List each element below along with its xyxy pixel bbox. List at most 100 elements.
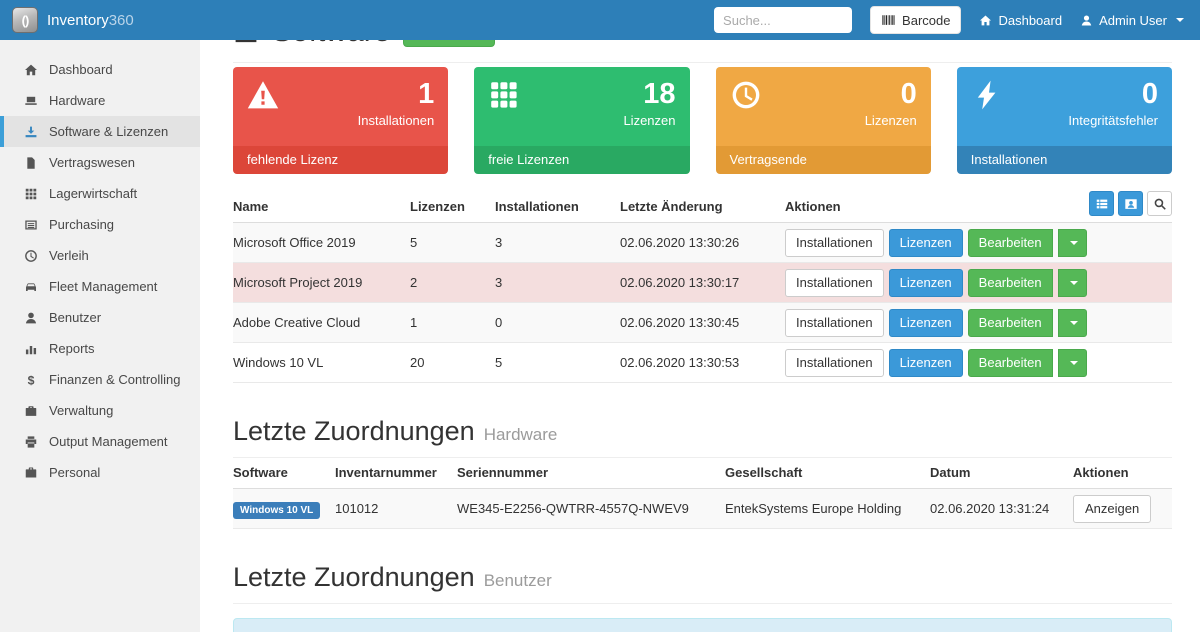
user-card-icon xyxy=(1124,197,1138,211)
cell-lizenzen: 5 xyxy=(410,223,495,263)
col-header-letzte-aenderung: Letzte Änderung xyxy=(620,192,785,223)
installationen-button[interactable]: Installationen xyxy=(785,269,884,297)
installationen-button[interactable]: Installationen xyxy=(785,229,884,257)
stat-card-contract-end[interactable]: 0 Lizenzen Vertragsende xyxy=(716,67,931,174)
top-navbar: () Inventory360 Barcode Dashboard Admin … xyxy=(0,0,1200,40)
col-header-seriennummer: Seriennummer xyxy=(457,458,725,489)
sidebar-item-finanzen-controlling[interactable]: $ Finanzen & Controlling xyxy=(0,364,200,395)
cell-name: Adobe Creative Cloud xyxy=(233,303,410,343)
bearbeiten-button[interactable]: Bearbeiten xyxy=(968,229,1053,257)
cell-installationen: 0 xyxy=(495,303,620,343)
table-row: Windows 10 VL 101012 WE345-E2256-QWTRR-4… xyxy=(233,489,1172,529)
cell-lizenzen: 2 xyxy=(410,263,495,303)
chevron-down-icon xyxy=(1176,18,1184,22)
stat-card-free-licenses[interactable]: 18 Lizenzen freie Lizenzen xyxy=(474,67,689,174)
suitcase-icon xyxy=(23,466,38,480)
barcode-button[interactable]: Barcode xyxy=(870,6,961,34)
file-icon xyxy=(23,156,38,170)
installationen-button[interactable]: Installationen xyxy=(785,349,884,377)
cell-gesellschaft: EntekSystems Europe Holding xyxy=(725,489,930,529)
nav-dashboard-link[interactable]: Dashboard xyxy=(979,13,1062,28)
list-view-button[interactable] xyxy=(1089,191,1114,216)
chevron-down-icon xyxy=(1070,361,1078,365)
cell-changed: 02.06.2020 13:30:53 xyxy=(620,343,785,383)
stat-footer: Vertragsende xyxy=(716,146,931,174)
cell-datum: 02.06.2020 13:31:24 xyxy=(930,489,1073,529)
bearbeiten-dropdown-toggle[interactable] xyxy=(1058,309,1087,337)
sidebar-item-lagerwirtschaft[interactable]: Lagerwirtschaft xyxy=(0,178,200,209)
sidebar: Dashboard Hardware Software & Lizenzen V… xyxy=(0,40,200,632)
clock-icon xyxy=(730,79,762,111)
sidebar-item-personal[interactable]: Personal xyxy=(0,457,200,488)
lizenzen-button[interactable]: Lizenzen xyxy=(889,309,963,337)
sidebar-item-verleih[interactable]: Verleih xyxy=(0,240,200,271)
bar-chart-icon xyxy=(23,342,38,356)
section-title-benutzer: Letzte ZuordnungenBenutzer xyxy=(233,562,1172,593)
installationen-button[interactable]: Installationen xyxy=(785,309,884,337)
user-assign-button[interactable] xyxy=(1118,191,1143,216)
home-icon xyxy=(23,63,38,77)
laptop-icon xyxy=(23,94,38,108)
bearbeiten-button[interactable]: Bearbeiten xyxy=(968,309,1053,337)
bearbeiten-dropdown-toggle[interactable] xyxy=(1058,269,1087,297)
col-header-lizenzen: Lizenzen xyxy=(410,192,495,223)
home-icon xyxy=(979,14,992,27)
lizenzen-button[interactable]: Lizenzen xyxy=(889,229,963,257)
bearbeiten-dropdown-toggle[interactable] xyxy=(1058,229,1087,257)
stat-footer: Installationen xyxy=(957,146,1172,174)
user-menu[interactable]: Admin User xyxy=(1080,13,1184,28)
cell-changed: 02.06.2020 13:30:45 xyxy=(620,303,785,343)
table-row: Microsoft Project 2019 2 3 02.06.2020 13… xyxy=(233,263,1172,303)
sidebar-item-software-lizenzen[interactable]: Software & Lizenzen xyxy=(0,116,200,147)
cell-software: Windows 10 VL xyxy=(233,489,335,529)
bearbeiten-button[interactable]: Bearbeiten xyxy=(968,349,1053,377)
cell-installationen: 3 xyxy=(495,263,620,303)
sidebar-item-reports[interactable]: Reports xyxy=(0,333,200,364)
sidebar-item-vertragswesen[interactable]: Vertragswesen xyxy=(0,147,200,178)
cell-name: Microsoft Office 2019 xyxy=(233,223,410,263)
chevron-down-icon xyxy=(1070,281,1078,285)
sidebar-item-benutzer[interactable]: Benutzer xyxy=(0,302,200,333)
warning-icon xyxy=(247,79,279,111)
bearbeiten-button[interactable]: Bearbeiten xyxy=(968,269,1053,297)
grid-icon xyxy=(23,187,38,201)
lizenzen-button[interactable]: Lizenzen xyxy=(889,269,963,297)
sidebar-item-output-management[interactable]: Output Management xyxy=(0,426,200,457)
sidebar-item-hardware[interactable]: Hardware xyxy=(0,85,200,116)
cell-name: Windows 10 VL xyxy=(233,343,410,383)
sidebar-item-purchasing[interactable]: Purchasing xyxy=(0,209,200,240)
th-list-icon xyxy=(1095,197,1109,211)
cell-installationen: 3 xyxy=(495,223,620,263)
anzeigen-button[interactable]: Anzeigen xyxy=(1073,495,1151,523)
bearbeiten-dropdown-toggle[interactable] xyxy=(1058,349,1087,377)
search-button[interactable] xyxy=(1147,191,1172,216)
lizenzen-button[interactable]: Lizenzen xyxy=(889,349,963,377)
col-header-installationen: Installationen xyxy=(495,192,620,223)
software-badge: Windows 10 VL xyxy=(233,502,320,519)
table-row: Microsoft Office 2019 5 3 02.06.2020 13:… xyxy=(233,223,1172,263)
cell-actions: Installationen Lizenzen Bearbeiten xyxy=(785,303,1172,343)
cell-installationen: 5 xyxy=(495,343,620,383)
col-header-software: Software xyxy=(233,458,335,489)
chevron-down-icon xyxy=(1070,241,1078,245)
sidebar-item-verwaltung[interactable]: Verwaltung xyxy=(0,395,200,426)
sidebar-item-fleet-management[interactable]: Fleet Management xyxy=(0,271,200,302)
stat-card-integrity-errors[interactable]: 0 Integritätsfehler Installationen xyxy=(957,67,1172,174)
section-title-hardware: Letzte ZuordnungenHardware xyxy=(233,416,1172,447)
col-header-gesellschaft: Gesellschaft xyxy=(725,458,930,489)
cell-lizenzen: 1 xyxy=(410,303,495,343)
search-input[interactable] xyxy=(714,7,852,33)
clock-icon xyxy=(23,249,38,263)
sidebar-item-dashboard[interactable]: Dashboard xyxy=(0,54,200,85)
stat-unit: Installationen xyxy=(247,113,434,128)
hardware-table: Software Inventarnummer Seriennummer Ges… xyxy=(233,458,1172,529)
dollar-icon: $ xyxy=(23,373,38,387)
brand[interactable]: () Inventory360 xyxy=(0,7,200,33)
cell-actions: Installationen Lizenzen Bearbeiten xyxy=(785,223,1172,263)
download-icon xyxy=(23,125,38,139)
svg-text:$: $ xyxy=(27,373,34,387)
cell-name: Microsoft Project 2019 xyxy=(233,263,410,303)
stat-card-missing-license[interactable]: 1 Installationen fehlende Lizenz xyxy=(233,67,448,174)
software-table-wrap: Name Lizenzen Installationen Letzte Ände… xyxy=(233,192,1172,383)
stat-footer: freie Lizenzen xyxy=(474,146,689,174)
